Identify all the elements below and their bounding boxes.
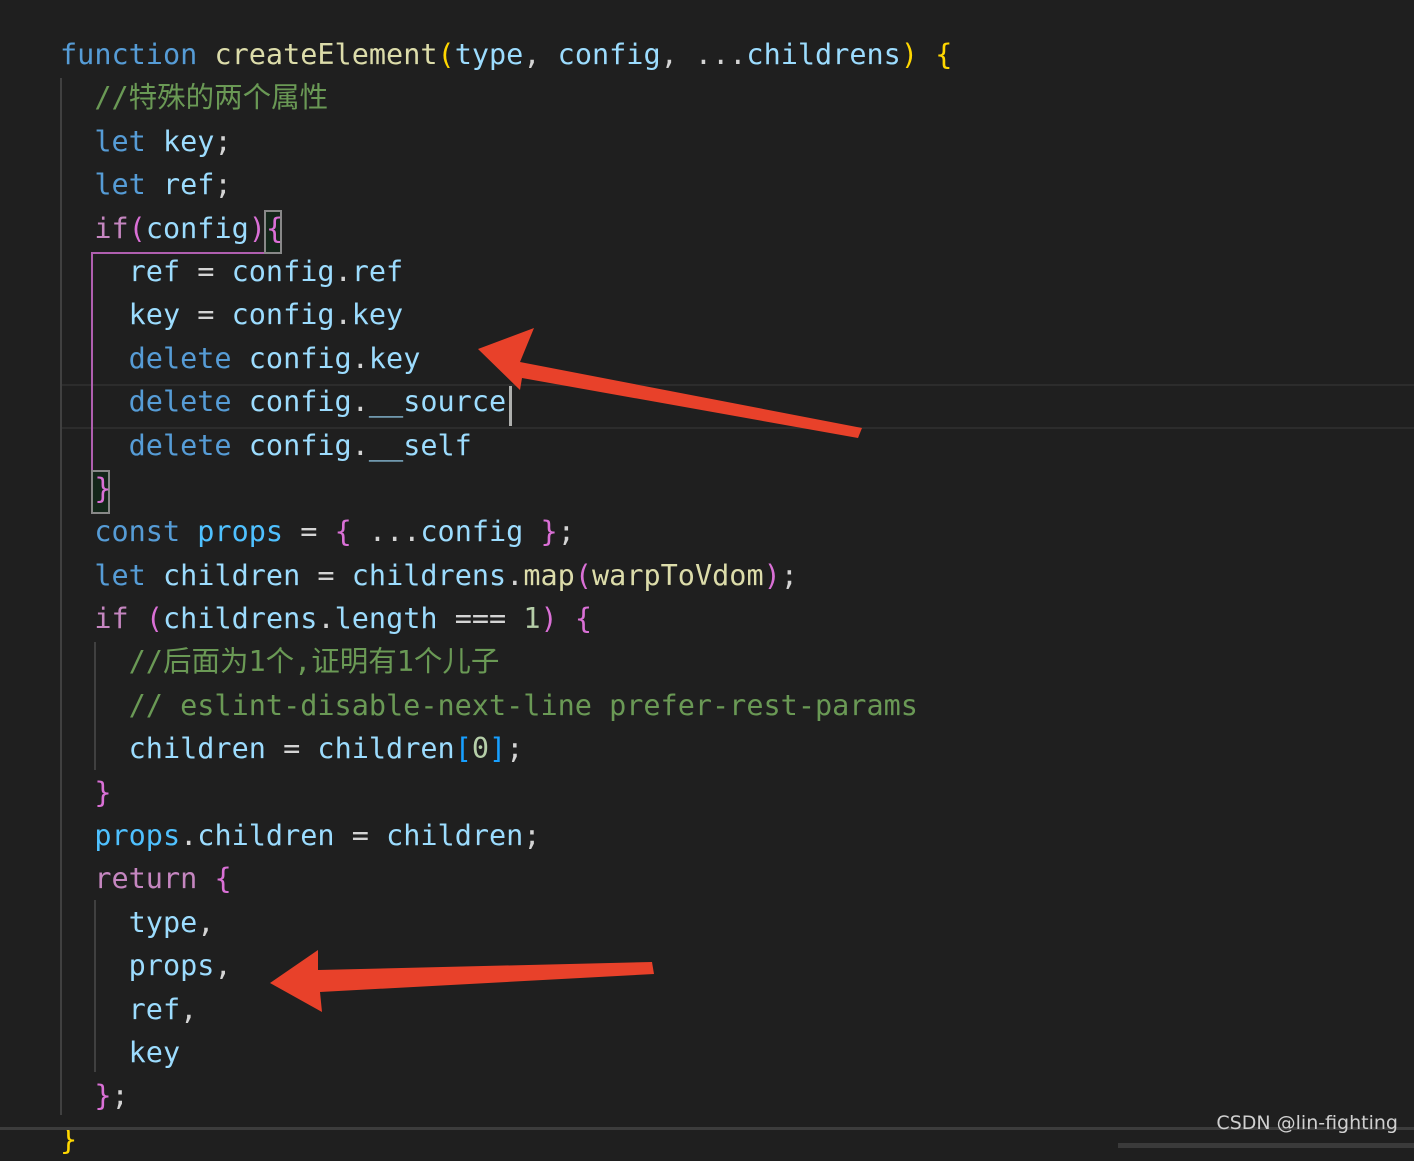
watermark: CSDN @lin-fighting bbox=[1216, 1112, 1398, 1134]
arrow-annotation bbox=[478, 328, 862, 438]
annotation-arrows bbox=[270, 328, 862, 1012]
arrow-annotation bbox=[270, 950, 654, 1012]
horizontal-scrollbar[interactable] bbox=[1118, 1143, 1414, 1148]
panel-divider bbox=[0, 1127, 1414, 1130]
